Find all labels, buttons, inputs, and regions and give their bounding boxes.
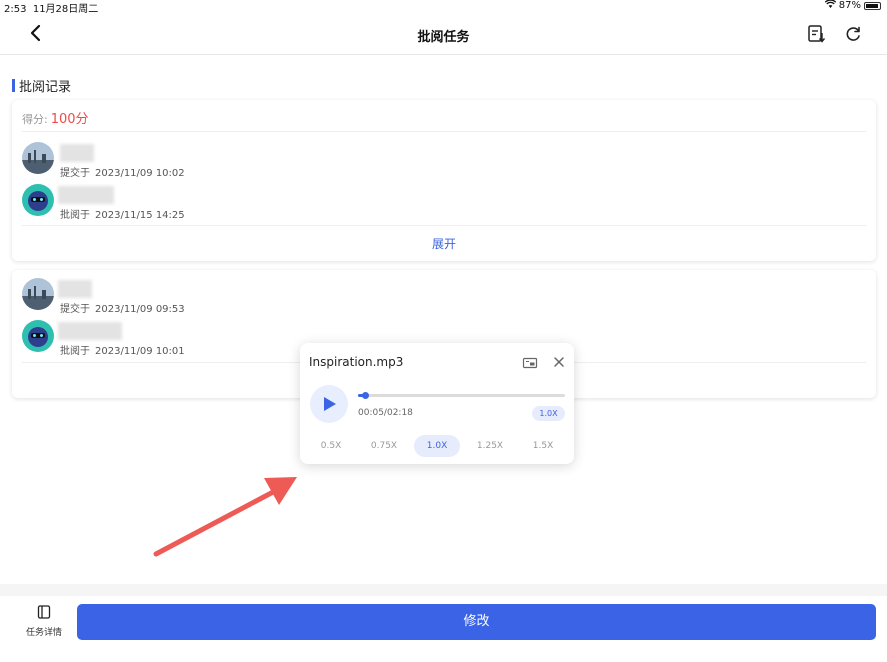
bottom-bar: 任务详情 修改 xyxy=(0,596,887,662)
record-time: 2023/11/09 10:02 xyxy=(95,168,185,179)
document-download-button[interactable] xyxy=(805,23,827,45)
avatar[interactable] xyxy=(22,278,54,310)
wifi-icon xyxy=(824,0,837,11)
record-time: 2023/11/09 10:01 xyxy=(95,346,185,357)
page-title: 批阅任务 xyxy=(417,30,470,45)
speed-badge[interactable]: 1.0X xyxy=(532,406,565,421)
task-detail-button[interactable]: 任务详情 xyxy=(18,604,70,644)
score-value: 100分 xyxy=(50,112,89,127)
status-right: 87% xyxy=(824,0,881,11)
sidebar-panel-icon xyxy=(37,605,51,619)
playback-time: 00:05/02:18 xyxy=(358,408,413,418)
divider xyxy=(22,131,866,132)
progress-slider[interactable] xyxy=(358,392,565,399)
score-label: 得分: xyxy=(22,113,48,126)
speed-option[interactable]: 0.5X xyxy=(308,435,354,457)
audio-player-popup: Inspiration.mp3 00:05/02:18 1.0X 0.5X 0.… xyxy=(300,343,574,464)
progress-handle[interactable] xyxy=(362,392,370,399)
battery-percent: 87% xyxy=(838,0,861,11)
footer-separator xyxy=(0,584,887,596)
document-download-icon xyxy=(808,25,826,43)
refresh-button[interactable] xyxy=(842,23,864,45)
nav-bar: 批阅任务 xyxy=(0,13,887,55)
name-placeholder xyxy=(58,322,122,340)
close-icon xyxy=(554,357,564,367)
record-time: 2023/11/09 09:53 xyxy=(95,304,185,315)
speed-option[interactable]: 0.75X xyxy=(361,435,407,457)
speed-option[interactable]: 1.5X xyxy=(520,435,566,457)
task-detail-label: 任务详情 xyxy=(25,628,62,638)
speed-option[interactable]: 1.0X xyxy=(414,435,460,457)
record-action: 批阅于 xyxy=(60,210,90,221)
avatar[interactable] xyxy=(22,320,54,352)
section-title: 批阅记录 xyxy=(19,80,72,95)
name-placeholder xyxy=(60,144,94,162)
picture-in-picture-icon xyxy=(522,357,538,369)
record-action: 提交于 xyxy=(60,304,90,315)
name-placeholder xyxy=(58,280,92,298)
avatar[interactable] xyxy=(22,184,54,216)
close-button[interactable] xyxy=(552,354,566,368)
speed-option[interactable]: 1.25X xyxy=(467,435,513,457)
expand-button[interactable]: 展开 xyxy=(12,235,876,252)
record-action: 提交于 xyxy=(60,168,90,179)
record-meta: 提交于 2023/11/09 10:02 xyxy=(60,164,185,179)
avatar[interactable] xyxy=(22,142,54,174)
picture-in-picture-button[interactable] xyxy=(522,355,538,369)
refresh-icon xyxy=(846,26,860,41)
review-record-card: 得分: 100分 提交于 2023/11/09 10:02 批阅于 2023/11/1… xyxy=(12,100,876,261)
record-meta: 批阅于 2023/11/09 10:01 xyxy=(60,342,185,357)
section-header: 批阅记录 xyxy=(12,76,71,95)
status-bar: 2:53 11月28日周二 87% xyxy=(0,0,887,15)
record-item-submitted: 提交于 2023/11/09 10:02 xyxy=(22,142,422,179)
edit-button[interactable]: 修改 xyxy=(77,604,876,640)
section-accent-bar xyxy=(12,79,15,92)
battery-icon xyxy=(864,1,881,10)
record-meta: 提交于 2023/11/09 09:53 xyxy=(60,300,185,315)
record-meta: 批阅于 2023/11/15 14:25 xyxy=(60,206,185,221)
divider xyxy=(22,225,866,226)
score-row: 得分: 100分 xyxy=(22,108,89,127)
main-content: 批阅记录 得分: 100分 提交于 2023/11/09 10:02 批阅于 2023… xyxy=(0,56,887,586)
record-time: 2023/11/15 14:25 xyxy=(95,210,185,221)
play-icon xyxy=(324,397,336,411)
record-item-reviewed: 批阅于 2023/11/15 14:25 xyxy=(22,184,422,221)
record-action: 批阅于 xyxy=(60,346,90,357)
audio-filename: Inspiration.mp3 xyxy=(309,355,404,369)
name-placeholder xyxy=(58,186,114,204)
play-button[interactable] xyxy=(310,385,348,423)
record-item-submitted: 提交于 2023/11/09 09:53 xyxy=(22,278,422,315)
speed-options: 0.5X 0.75X 1.0X 1.25X 1.5X xyxy=(308,435,566,457)
